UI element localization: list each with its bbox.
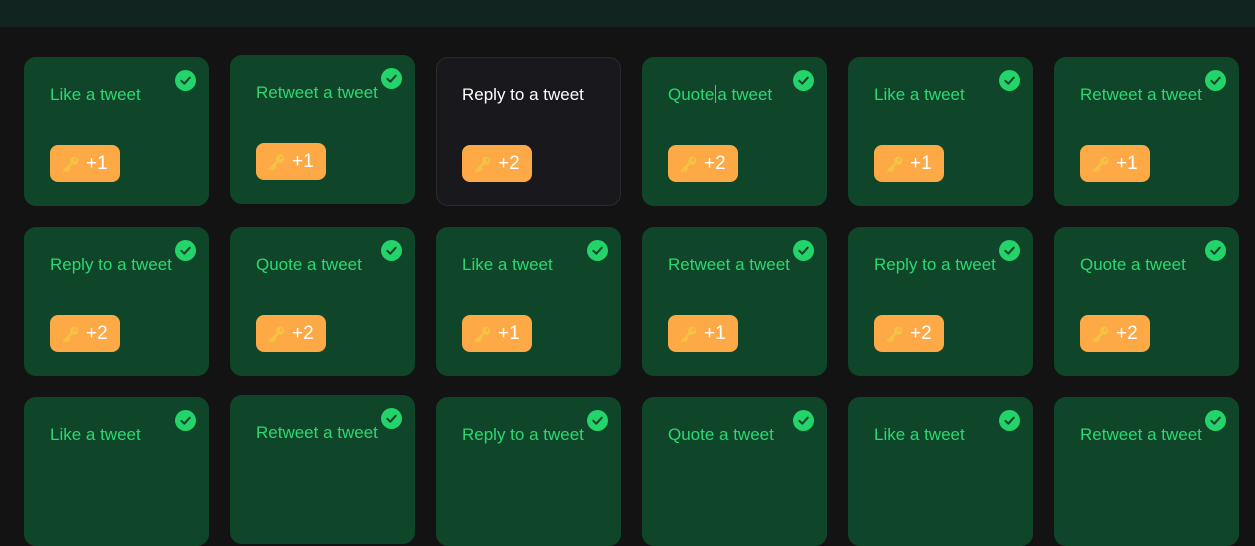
check-circle-icon — [587, 240, 608, 261]
task-card[interactable]: Reply to a tweet +2 — [24, 227, 209, 376]
task-card[interactable]: Retweet a tweet — [1054, 397, 1239, 546]
task-title: Quote a tweet — [668, 425, 774, 444]
task-title: Like a tweet — [874, 85, 965, 104]
check-circle-icon — [793, 240, 814, 261]
task-title: Quote a tweet — [256, 255, 362, 274]
key-icon — [61, 324, 81, 344]
reward-badge: +2 — [1080, 315, 1150, 352]
task-title: Retweet a tweet — [256, 83, 378, 102]
reward-points: +1 — [86, 152, 108, 174]
check-circle-icon — [381, 68, 402, 89]
reward-badge: +1 — [50, 145, 120, 182]
task-card[interactable]: Retweet a tweet +1 — [642, 227, 827, 376]
task-card[interactable]: Retweet a tweet +1 — [1054, 57, 1239, 206]
key-icon — [267, 152, 287, 172]
task-card[interactable]: Quote a tweet — [642, 397, 827, 546]
task-card[interactable]: Quote a tweet +2 — [642, 57, 827, 206]
task-card[interactable]: Like a tweet +1 — [848, 57, 1033, 206]
reward-points: +1 — [910, 152, 932, 174]
task-title: Reply to a tweet — [50, 255, 172, 274]
key-icon — [679, 324, 699, 344]
task-card[interactable]: Retweet a tweet — [230, 395, 415, 544]
task-title: Reply to a tweet — [462, 425, 584, 444]
key-icon — [473, 154, 493, 174]
reward-badge: +2 — [668, 145, 738, 182]
reward-points: +2 — [704, 152, 726, 174]
check-circle-icon — [793, 410, 814, 431]
reward-points: +2 — [1116, 322, 1138, 344]
task-title: Like a tweet — [50, 85, 141, 104]
task-card[interactable]: Like a tweet — [848, 397, 1033, 546]
check-circle-icon — [175, 410, 196, 431]
task-title: Like a tweet — [874, 425, 965, 444]
key-icon — [1091, 154, 1111, 174]
reward-badge: +1 — [462, 315, 532, 352]
task-title: Quote a tweet — [1080, 255, 1186, 274]
task-card-pending[interactable]: Reply to a tweet +2 — [436, 57, 621, 206]
key-icon — [267, 324, 287, 344]
task-title: Retweet a tweet — [1080, 425, 1202, 444]
reward-badge: +2 — [462, 145, 532, 182]
task-grid: Like a tweet +1 Retweet a tweet +1 Reply… — [24, 55, 1239, 546]
task-card[interactable]: Like a tweet +1 — [24, 57, 209, 206]
key-icon — [1091, 324, 1111, 344]
check-circle-icon — [999, 70, 1020, 91]
reward-points: +1 — [1116, 152, 1138, 174]
top-bar — [0, 0, 1255, 27]
task-card[interactable]: Quote a tweet +2 — [230, 227, 415, 376]
key-icon — [61, 154, 81, 174]
reward-badge: +2 — [874, 315, 944, 352]
reward-badge: +1 — [256, 143, 326, 180]
task-title: Reply to a tweet — [874, 255, 996, 274]
reward-badge: +1 — [1080, 145, 1150, 182]
reward-points: +2 — [498, 152, 520, 174]
reward-badge: +2 — [256, 315, 326, 352]
task-title: Reply to a tweet — [462, 85, 584, 104]
key-icon — [885, 154, 905, 174]
check-circle-icon — [381, 408, 402, 429]
task-title-start: Quote — [668, 85, 715, 104]
task-title-end: a tweet — [717, 85, 773, 104]
key-icon — [473, 324, 493, 344]
reward-points: +2 — [292, 322, 314, 344]
reward-points: +1 — [704, 322, 726, 344]
task-title: Like a tweet — [462, 255, 553, 274]
check-circle-icon — [1205, 240, 1226, 261]
task-title: Quote a tweet — [668, 85, 772, 105]
check-circle-icon — [1205, 70, 1226, 91]
reward-points: +1 — [292, 150, 314, 172]
key-icon — [679, 154, 699, 174]
reward-points: +2 — [910, 322, 932, 344]
task-card[interactable]: Like a tweet +1 — [436, 227, 621, 376]
task-card[interactable]: Reply to a tweet +2 — [848, 227, 1033, 376]
reward-badge: +1 — [668, 315, 738, 352]
reward-badge: +2 — [50, 315, 120, 352]
check-circle-icon — [1205, 410, 1226, 431]
task-title: Retweet a tweet — [668, 255, 790, 274]
check-circle-icon — [793, 70, 814, 91]
check-circle-icon — [999, 410, 1020, 431]
check-circle-icon — [587, 410, 608, 431]
task-title: Retweet a tweet — [1080, 85, 1202, 104]
reward-badge: +1 — [874, 145, 944, 182]
task-card[interactable]: Retweet a tweet +1 — [230, 55, 415, 204]
check-circle-icon — [175, 70, 196, 91]
task-card[interactable]: Reply to a tweet — [436, 397, 621, 546]
check-circle-icon — [175, 240, 196, 261]
reward-points: +1 — [498, 322, 520, 344]
check-circle-icon — [381, 240, 402, 261]
key-icon — [885, 324, 905, 344]
task-title: Like a tweet — [50, 425, 141, 444]
task-card[interactable]: Quote a tweet +2 — [1054, 227, 1239, 376]
task-card[interactable]: Like a tweet — [24, 397, 209, 546]
task-title: Retweet a tweet — [256, 423, 378, 442]
check-circle-icon — [999, 240, 1020, 261]
reward-points: +2 — [86, 322, 108, 344]
